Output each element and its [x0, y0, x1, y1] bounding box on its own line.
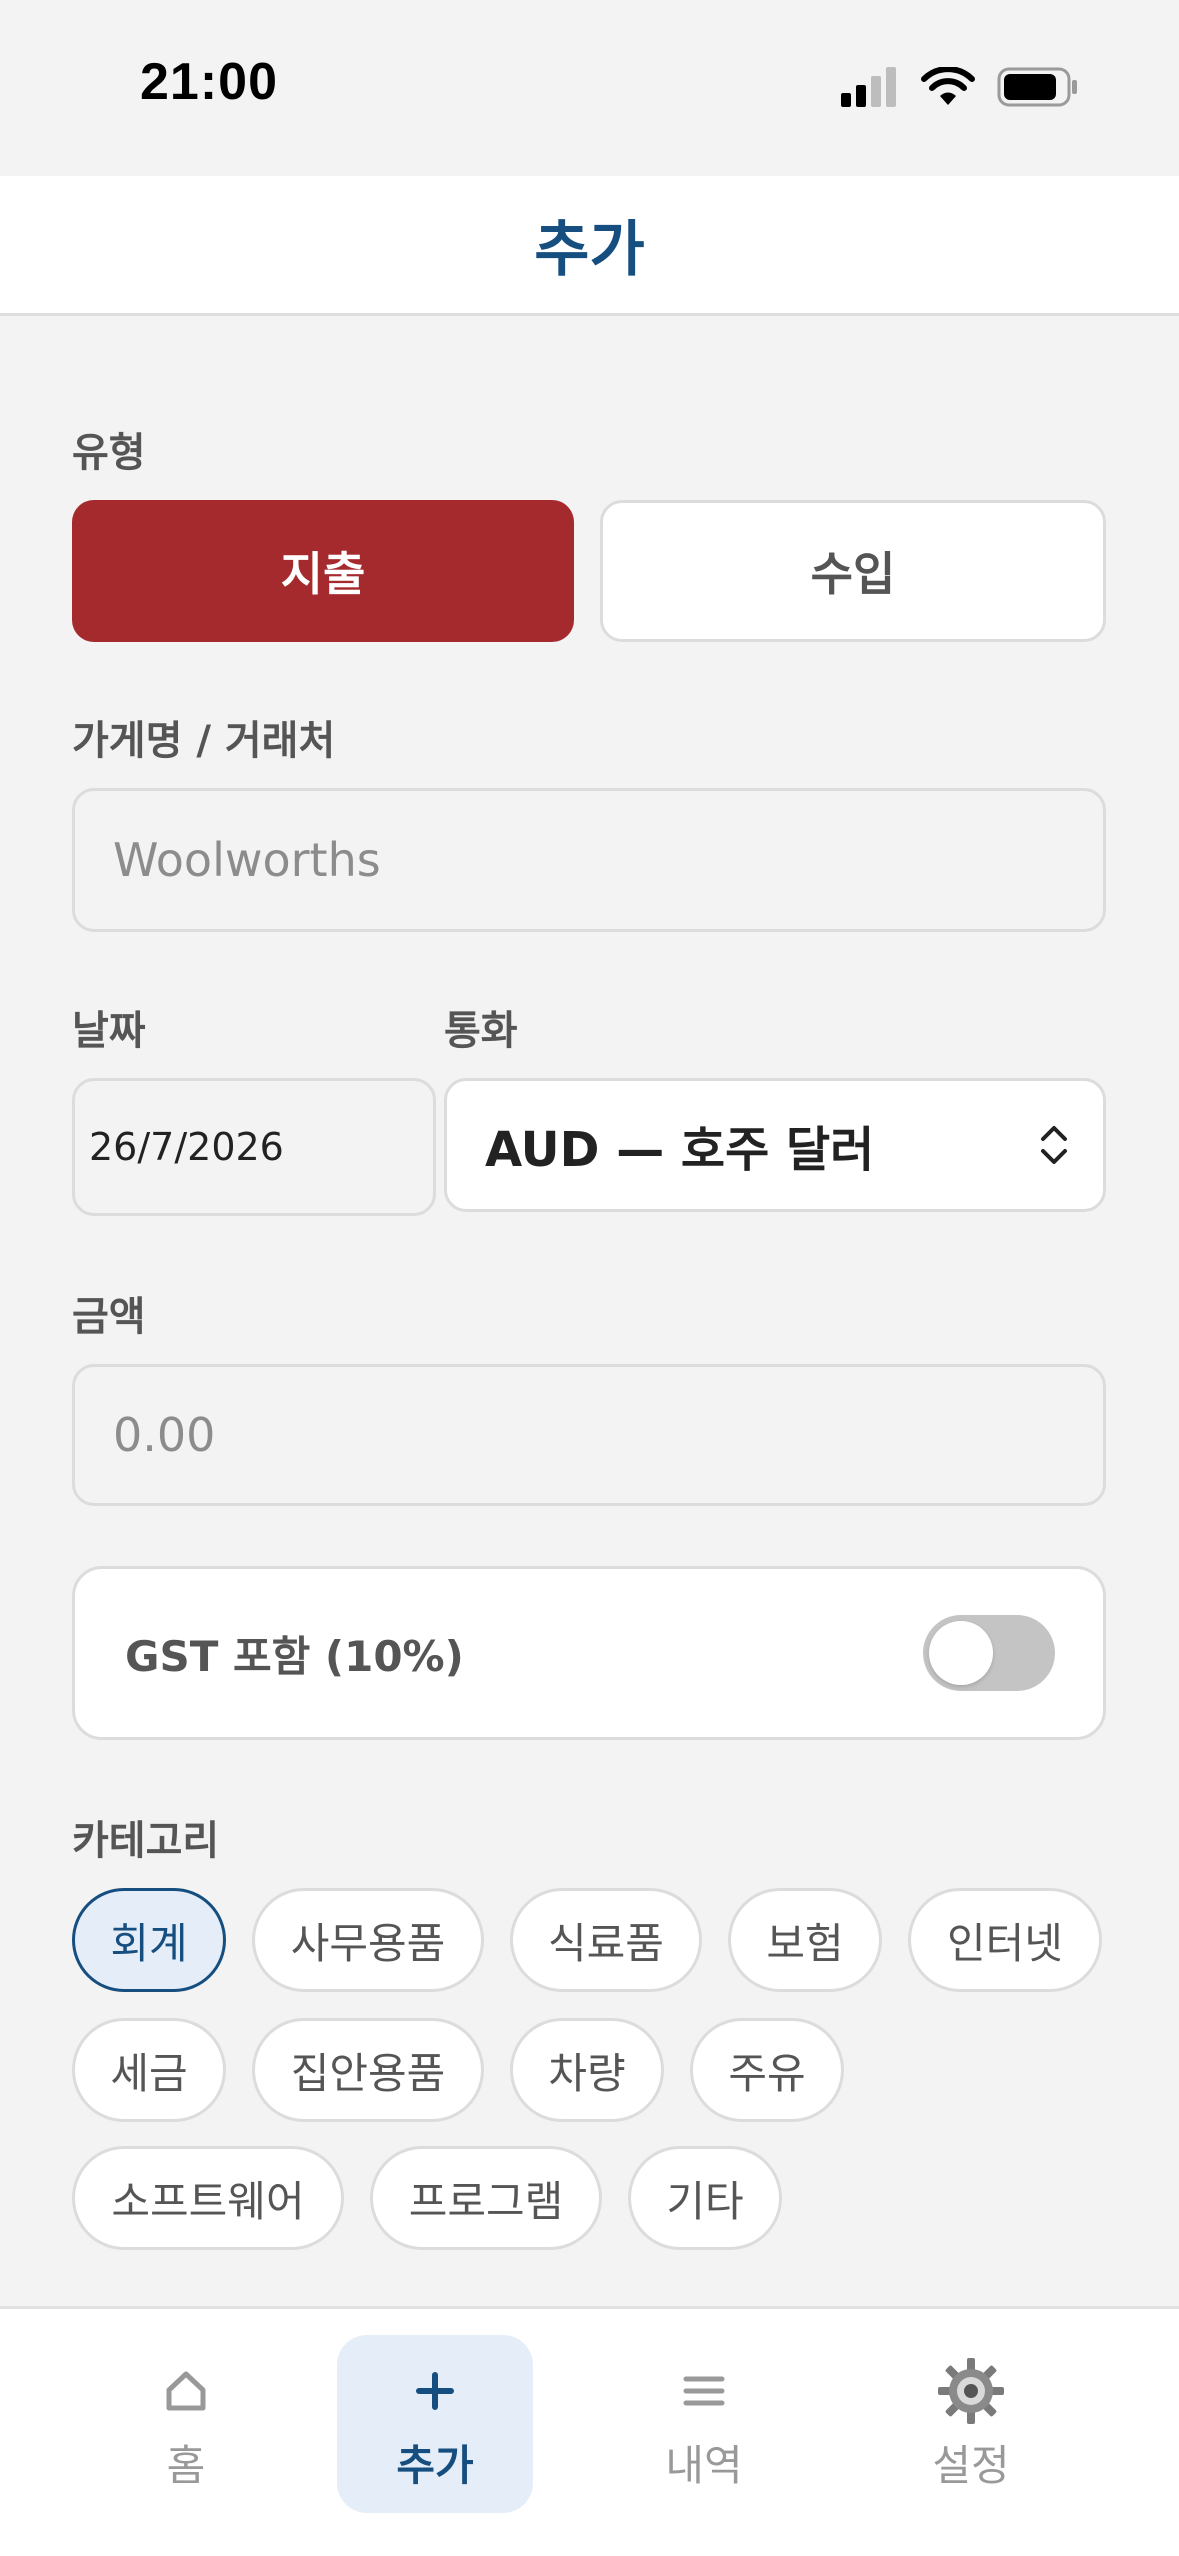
category-chip-office-supplies[interactable]: 사무용품: [252, 1888, 484, 1992]
category-chip-fuel[interactable]: 주유: [690, 2018, 844, 2122]
nav-add[interactable]: 추가: [337, 2335, 533, 2513]
home-icon: [163, 2356, 209, 2426]
amount-field: [72, 1364, 1106, 1506]
app-header: 추가: [0, 176, 1179, 316]
type-label: 유형: [72, 430, 146, 476]
status-time: 21:00: [140, 53, 278, 111]
gst-toggle[interactable]: [923, 1615, 1055, 1691]
status-bar: 21:00: [0, 0, 1179, 176]
currency-value: AUD — 호주 달러: [485, 1122, 875, 1178]
plus-icon: [415, 2356, 455, 2426]
nav-home-label: 홈: [166, 2440, 206, 2490]
merchant-label: 가게명 / 거래처: [72, 718, 336, 764]
gst-label: GST 포함 (10%): [125, 1631, 464, 1681]
cellular-signal-icon: [841, 67, 896, 107]
gst-card: GST 포함 (10%): [72, 1566, 1106, 1740]
merchant-field: [72, 788, 1106, 932]
category-label: 카테고리: [72, 1818, 220, 1864]
category-chip-software[interactable]: 소프트웨어: [72, 2146, 344, 2250]
category-chip-accounting[interactable]: 회계: [72, 1888, 226, 1992]
battery-icon: [997, 67, 1077, 107]
gear-icon: [936, 2356, 1006, 2426]
category-chip-other[interactable]: 기타: [628, 2146, 782, 2250]
date-label: 날짜: [72, 1008, 146, 1054]
category-chip-program[interactable]: 프로그램: [370, 2146, 602, 2250]
wifi-icon: [921, 67, 975, 105]
date-picker[interactable]: 26/7/2026: [72, 1078, 436, 1216]
status-icons: [841, 62, 1079, 112]
amount-label: 금액: [72, 1294, 146, 1340]
nav-history-label: 내역: [665, 2440, 743, 2490]
expense-toggle-button[interactable]: 지출: [72, 500, 574, 642]
category-chip-household[interactable]: 집안용품: [252, 2018, 484, 2122]
chevron-up-down-icon: [1041, 1126, 1067, 1164]
income-toggle-button[interactable]: 수입: [600, 500, 1106, 642]
category-chip-tax[interactable]: 세금: [72, 2018, 226, 2122]
category-chip-groceries[interactable]: 식료품: [510, 1888, 702, 1992]
nav-settings-label: 설정: [932, 2440, 1010, 2490]
date-value: 26/7/2026: [89, 1125, 284, 1169]
page-title: 추가: [534, 215, 645, 285]
category-chip-internet[interactable]: 인터넷: [908, 1888, 1102, 1992]
nav-add-label: 추가: [396, 2440, 474, 2490]
currency-label: 통화: [444, 1008, 518, 1054]
list-icon: [682, 2356, 726, 2426]
nav-home[interactable]: 홈: [88, 2335, 284, 2513]
merchant-input[interactable]: [75, 833, 1103, 887]
currency-select[interactable]: AUD — 호주 달러: [444, 1078, 1106, 1212]
category-chip-insurance[interactable]: 보험: [728, 1888, 882, 1992]
bottom-nav: 홈 추가 내역 설정: [0, 2306, 1179, 2556]
nav-settings[interactable]: 설정: [873, 2335, 1069, 2513]
toggle-knob: [929, 1621, 993, 1685]
nav-history[interactable]: 내역: [606, 2335, 802, 2513]
amount-input[interactable]: [75, 1408, 1103, 1462]
category-chip-vehicle[interactable]: 차량: [510, 2018, 664, 2122]
